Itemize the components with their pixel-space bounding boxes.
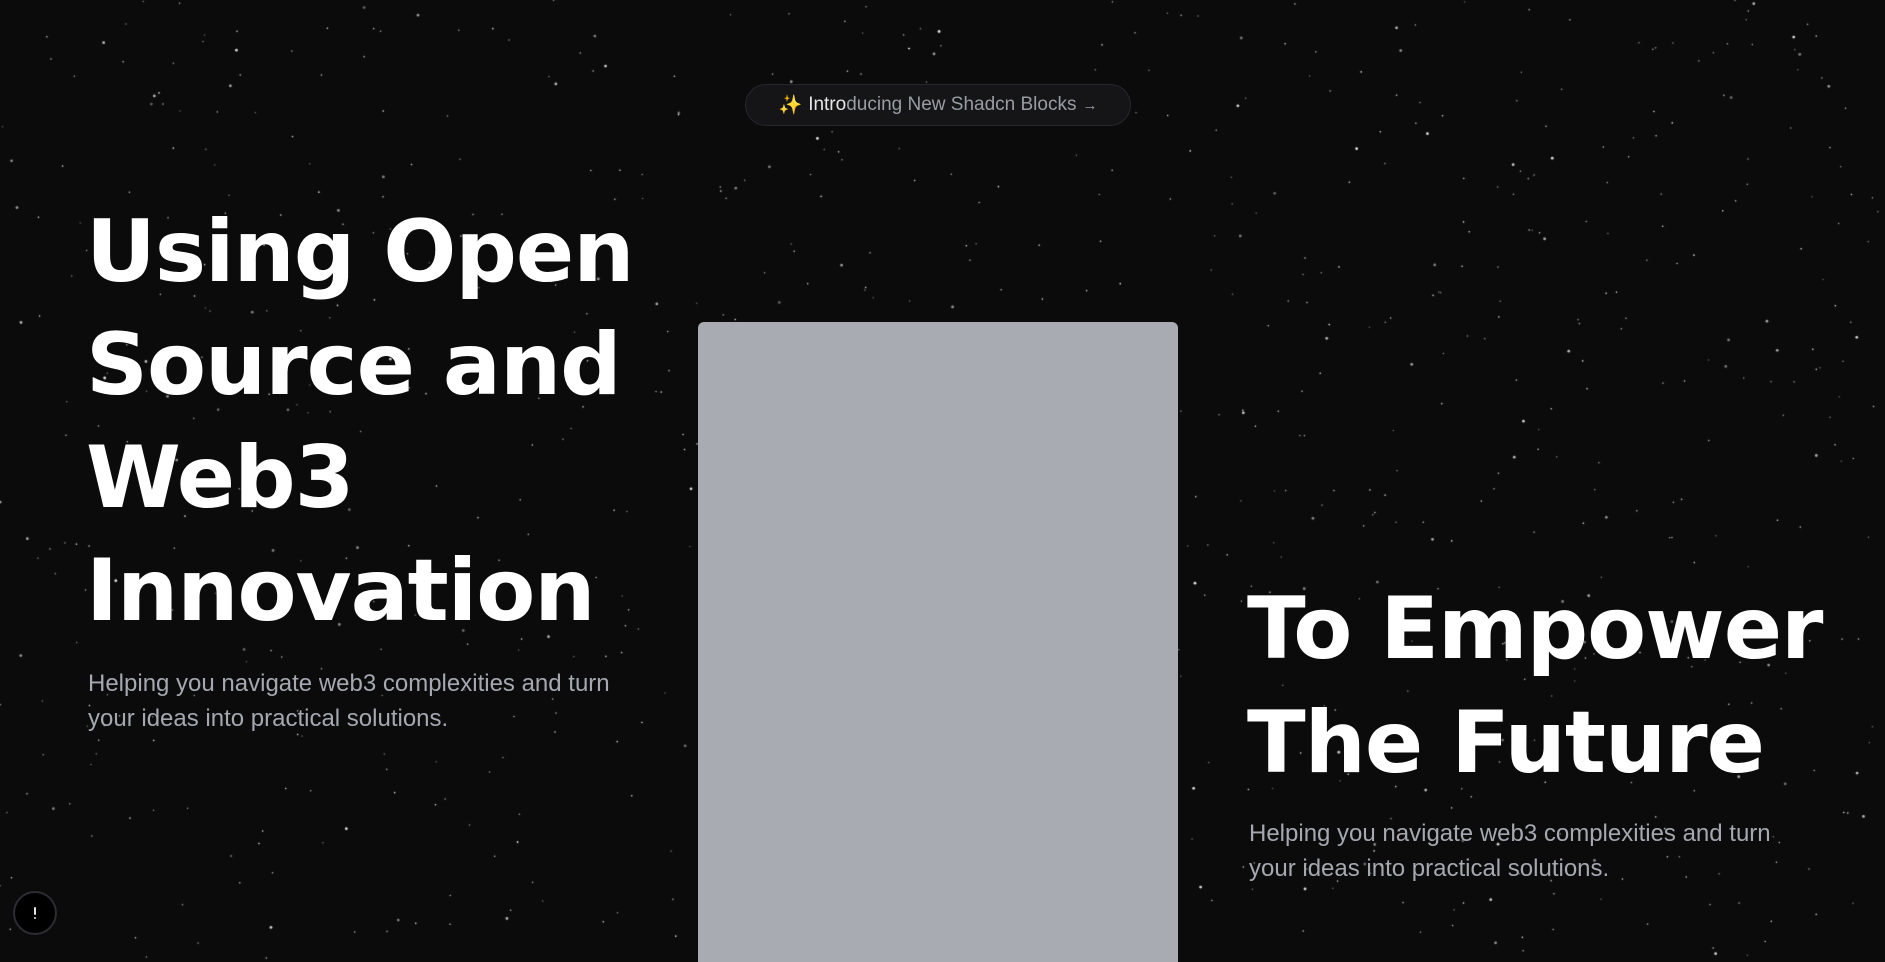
hero-left-title: Using Open Source and Web3 Innovation bbox=[86, 196, 646, 648]
hero-left-title-line: Web3 bbox=[86, 428, 355, 528]
hero-left-title-line: Source and bbox=[86, 315, 622, 415]
hero-left-title-line: Innovation bbox=[86, 541, 596, 641]
alert-icon bbox=[34, 907, 37, 919]
hero-right-title: To Empower The Future bbox=[1247, 572, 1867, 800]
hero-left-title-line: Using Open bbox=[86, 202, 634, 302]
alert-button[interactable] bbox=[13, 891, 57, 935]
hero-right-subtext: Helping you navigate web3 complexities a… bbox=[1249, 820, 1771, 882]
sparkles-icon: ✨ bbox=[778, 94, 803, 116]
announcement-label-rest: ducing New Shadcn Blocks bbox=[846, 94, 1077, 115]
arrow-right-icon: → bbox=[1082, 96, 1098, 114]
media-placeholder-panel bbox=[698, 322, 1178, 962]
hero-left-subtext: Helping you navigate web3 complexities a… bbox=[88, 670, 610, 732]
announcement-label-highlight: Intro bbox=[808, 94, 847, 115]
hero-right-title-line: The Future bbox=[1247, 693, 1765, 793]
hero-right-title-line: To Empower bbox=[1247, 579, 1823, 679]
announcement-badge[interactable]: ✨ Introducing New Shadcn Blocks → bbox=[745, 84, 1131, 126]
announcement-label: Introducing New Shadcn Blocks bbox=[808, 94, 1076, 116]
landing-page: ✨ Introducing New Shadcn Blocks → Using … bbox=[0, 0, 1885, 962]
